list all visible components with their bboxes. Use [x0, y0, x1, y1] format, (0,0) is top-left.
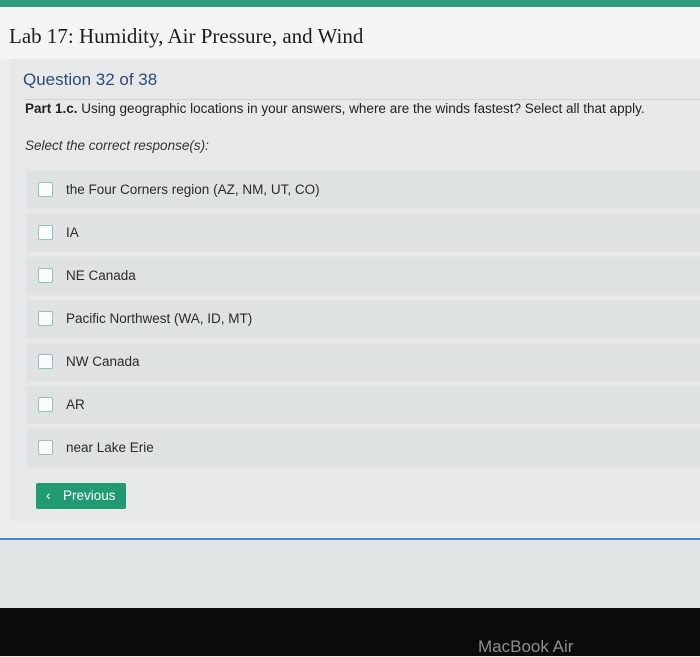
lab-title: Lab 17: Humidity, Air Pressure, and Wind — [9, 24, 364, 48]
checkbox[interactable] — [38, 397, 53, 412]
option-ne-canada[interactable]: NE Canada — [26, 257, 700, 295]
lab-header: Lab 17: Humidity, Air Pressure, and Wind — [0, 7, 700, 59]
laptop-bezel: MacBook Air — [0, 608, 700, 656]
previous-button[interactable]: ‹ Previous — [36, 483, 126, 509]
checkbox[interactable] — [38, 354, 53, 369]
bezel-label: MacBook Air — [478, 637, 574, 656]
option-four-corners[interactable]: the Four Corners region (AZ, NM, UT, CO) — [26, 171, 700, 209]
option-label: NE Canada — [66, 268, 136, 283]
option-label: near Lake Erie — [66, 440, 154, 455]
option-near-lake-erie[interactable]: near Lake Erie — [26, 429, 700, 467]
option-pacific-northwest[interactable]: Pacific Northwest (WA, ID, MT) — [26, 300, 700, 338]
checkbox[interactable] — [38, 440, 53, 455]
question-prompt: Part 1.c. Using geographic locations in … — [25, 101, 645, 116]
question-instruction: Select the correct response(s): — [25, 138, 209, 153]
checkbox[interactable] — [38, 182, 53, 197]
question-part-label: Part 1.c. — [25, 101, 78, 116]
page-lower-area — [0, 540, 700, 608]
option-label: AR — [66, 397, 85, 412]
question-number: Question 32 of 38 — [23, 70, 158, 89]
question-panel: Question 32 of 38 Part 1.c. Using geogra… — [10, 59, 700, 521]
option-label: IA — [66, 225, 79, 240]
option-label: NW Canada — [66, 354, 140, 369]
question-prompt-text: Using geographic locations in your answe… — [77, 101, 645, 116]
checkbox[interactable] — [38, 268, 53, 283]
chevron-left-icon: ‹ — [46, 487, 51, 503]
checkbox[interactable] — [38, 225, 53, 240]
option-ar[interactable]: AR — [26, 386, 700, 424]
option-nw-canada[interactable]: NW Canada — [26, 343, 700, 381]
checkbox[interactable] — [38, 311, 53, 326]
top-accent-strip — [0, 0, 700, 7]
previous-button-label: Previous — [63, 488, 116, 503]
question-divider — [23, 99, 700, 100]
option-label: the Four Corners region (AZ, NM, UT, CO) — [66, 182, 320, 197]
option-label: Pacific Northwest (WA, ID, MT) — [66, 311, 253, 326]
option-ia[interactable]: IA — [26, 214, 700, 252]
